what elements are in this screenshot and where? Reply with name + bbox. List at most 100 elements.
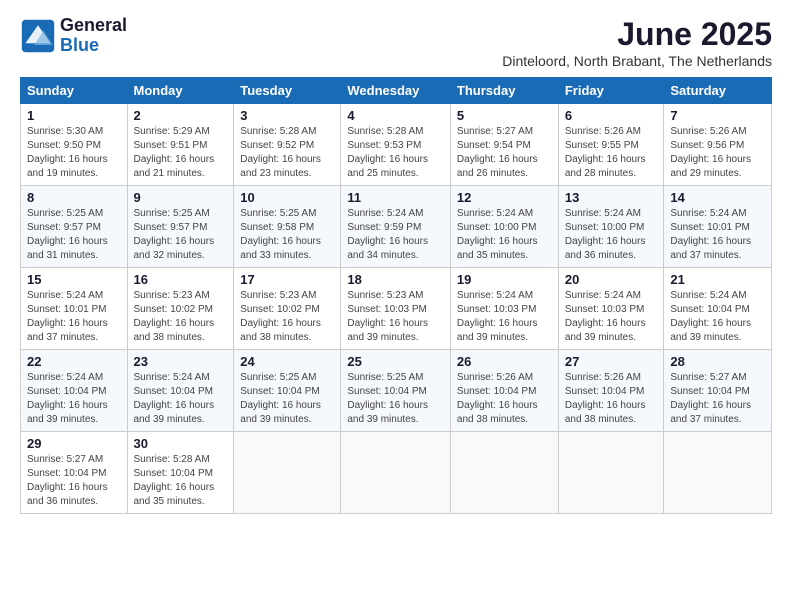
calendar-cell: 2 Sunrise: 5:29 AMSunset: 9:51 PMDayligh… <box>127 104 234 186</box>
calendar-cell: 21 Sunrise: 5:24 AMSunset: 10:04 PMDayli… <box>664 268 772 350</box>
day-number: 25 <box>347 354 444 369</box>
calendar-cell: 23 Sunrise: 5:24 AMSunset: 10:04 PMDayli… <box>127 350 234 432</box>
calendar-week-row: 15 Sunrise: 5:24 AMSunset: 10:01 PMDayli… <box>21 268 772 350</box>
col-tuesday: Tuesday <box>234 78 341 104</box>
day-number: 13 <box>565 190 658 205</box>
header: General Blue June 2025 Dinteloord, North… <box>20 16 772 69</box>
day-info: Sunrise: 5:24 AMSunset: 10:00 PMDaylight… <box>457 208 538 261</box>
calendar-cell <box>341 432 451 514</box>
calendar-week-row: 1 Sunrise: 5:30 AMSunset: 9:50 PMDayligh… <box>21 104 772 186</box>
col-thursday: Thursday <box>450 78 558 104</box>
day-number: 6 <box>565 108 658 123</box>
calendar-cell: 12 Sunrise: 5:24 AMSunset: 10:00 PMDayli… <box>450 186 558 268</box>
day-info: Sunrise: 5:29 AMSunset: 9:51 PMDaylight:… <box>134 126 215 179</box>
day-number: 27 <box>565 354 658 369</box>
calendar-week-row: 29 Sunrise: 5:27 AMSunset: 10:04 PMDayli… <box>21 432 772 514</box>
day-info: Sunrise: 5:24 AMSunset: 10:04 PMDaylight… <box>670 290 751 343</box>
logo-icon <box>20 18 56 54</box>
day-number: 18 <box>347 272 444 287</box>
day-number: 24 <box>240 354 334 369</box>
day-info: Sunrise: 5:25 AMSunset: 10:04 PMDaylight… <box>347 372 428 425</box>
day-info: Sunrise: 5:24 AMSunset: 10:04 PMDaylight… <box>27 372 108 425</box>
day-number: 4 <box>347 108 444 123</box>
calendar-cell: 14 Sunrise: 5:24 AMSunset: 10:01 PMDayli… <box>664 186 772 268</box>
day-number: 1 <box>27 108 121 123</box>
calendar-cell: 18 Sunrise: 5:23 AMSunset: 10:03 PMDayli… <box>341 268 451 350</box>
title-section: June 2025 Dinteloord, North Brabant, The… <box>502 16 772 69</box>
day-info: Sunrise: 5:23 AMSunset: 10:03 PMDaylight… <box>347 290 428 343</box>
day-info: Sunrise: 5:28 AMSunset: 10:04 PMDaylight… <box>134 454 215 507</box>
day-number: 12 <box>457 190 552 205</box>
calendar-cell: 20 Sunrise: 5:24 AMSunset: 10:03 PMDayli… <box>558 268 664 350</box>
day-info: Sunrise: 5:24 AMSunset: 9:59 PMDaylight:… <box>347 208 428 261</box>
day-number: 11 <box>347 190 444 205</box>
calendar-cell: 19 Sunrise: 5:24 AMSunset: 10:03 PMDayli… <box>450 268 558 350</box>
day-info: Sunrise: 5:25 AMSunset: 9:57 PMDaylight:… <box>27 208 108 261</box>
day-info: Sunrise: 5:28 AMSunset: 9:53 PMDaylight:… <box>347 126 428 179</box>
day-number: 26 <box>457 354 552 369</box>
calendar-cell: 25 Sunrise: 5:25 AMSunset: 10:04 PMDayli… <box>341 350 451 432</box>
day-info: Sunrise: 5:25 AMSunset: 9:57 PMDaylight:… <box>134 208 215 261</box>
col-friday: Friday <box>558 78 664 104</box>
day-info: Sunrise: 5:24 AMSunset: 10:03 PMDaylight… <box>457 290 538 343</box>
day-info: Sunrise: 5:23 AMSunset: 10:02 PMDaylight… <box>134 290 215 343</box>
day-number: 28 <box>670 354 765 369</box>
day-info: Sunrise: 5:25 AMSunset: 9:58 PMDaylight:… <box>240 208 321 261</box>
logo-text: General Blue <box>60 16 127 56</box>
calendar-cell: 17 Sunrise: 5:23 AMSunset: 10:02 PMDayli… <box>234 268 341 350</box>
calendar-cell: 26 Sunrise: 5:26 AMSunset: 10:04 PMDayli… <box>450 350 558 432</box>
day-info: Sunrise: 5:27 AMSunset: 10:04 PMDaylight… <box>670 372 751 425</box>
calendar-cell: 28 Sunrise: 5:27 AMSunset: 10:04 PMDayli… <box>664 350 772 432</box>
col-wednesday: Wednesday <box>341 78 451 104</box>
calendar-table: Sunday Monday Tuesday Wednesday Thursday… <box>20 77 772 514</box>
day-number: 14 <box>670 190 765 205</box>
day-info: Sunrise: 5:24 AMSunset: 10:01 PMDaylight… <box>670 208 751 261</box>
calendar-cell: 7 Sunrise: 5:26 AMSunset: 9:56 PMDayligh… <box>664 104 772 186</box>
calendar-cell: 1 Sunrise: 5:30 AMSunset: 9:50 PMDayligh… <box>21 104 128 186</box>
day-info: Sunrise: 5:30 AMSunset: 9:50 PMDaylight:… <box>27 126 108 179</box>
calendar-week-row: 22 Sunrise: 5:24 AMSunset: 10:04 PMDayli… <box>21 350 772 432</box>
calendar-cell: 13 Sunrise: 5:24 AMSunset: 10:00 PMDayli… <box>558 186 664 268</box>
col-sunday: Sunday <box>21 78 128 104</box>
day-number: 21 <box>670 272 765 287</box>
day-number: 5 <box>457 108 552 123</box>
day-number: 20 <box>565 272 658 287</box>
day-number: 17 <box>240 272 334 287</box>
calendar-cell: 8 Sunrise: 5:25 AMSunset: 9:57 PMDayligh… <box>21 186 128 268</box>
day-number: 30 <box>134 436 228 451</box>
col-saturday: Saturday <box>664 78 772 104</box>
calendar-cell: 22 Sunrise: 5:24 AMSunset: 10:04 PMDayli… <box>21 350 128 432</box>
day-info: Sunrise: 5:26 AMSunset: 9:56 PMDaylight:… <box>670 126 751 179</box>
day-info: Sunrise: 5:28 AMSunset: 9:52 PMDaylight:… <box>240 126 321 179</box>
calendar-cell: 15 Sunrise: 5:24 AMSunset: 10:01 PMDayli… <box>21 268 128 350</box>
day-info: Sunrise: 5:24 AMSunset: 10:04 PMDaylight… <box>134 372 215 425</box>
calendar-cell: 3 Sunrise: 5:28 AMSunset: 9:52 PMDayligh… <box>234 104 341 186</box>
calendar-cell <box>558 432 664 514</box>
calendar-week-row: 8 Sunrise: 5:25 AMSunset: 9:57 PMDayligh… <box>21 186 772 268</box>
day-info: Sunrise: 5:26 AMSunset: 10:04 PMDaylight… <box>457 372 538 425</box>
day-info: Sunrise: 5:27 AMSunset: 9:54 PMDaylight:… <box>457 126 538 179</box>
day-info: Sunrise: 5:24 AMSunset: 10:00 PMDaylight… <box>565 208 646 261</box>
main-title: June 2025 <box>502 16 772 53</box>
calendar-cell: 11 Sunrise: 5:24 AMSunset: 9:59 PMDaylig… <box>341 186 451 268</box>
day-info: Sunrise: 5:26 AMSunset: 10:04 PMDaylight… <box>565 372 646 425</box>
day-number: 9 <box>134 190 228 205</box>
day-number: 8 <box>27 190 121 205</box>
day-number: 19 <box>457 272 552 287</box>
day-number: 7 <box>670 108 765 123</box>
calendar-cell <box>450 432 558 514</box>
calendar-cell: 6 Sunrise: 5:26 AMSunset: 9:55 PMDayligh… <box>558 104 664 186</box>
calendar-cell: 9 Sunrise: 5:25 AMSunset: 9:57 PMDayligh… <box>127 186 234 268</box>
day-number: 15 <box>27 272 121 287</box>
day-info: Sunrise: 5:24 AMSunset: 10:01 PMDaylight… <box>27 290 108 343</box>
day-number: 10 <box>240 190 334 205</box>
page: General Blue June 2025 Dinteloord, North… <box>0 0 792 612</box>
calendar-header-row: Sunday Monday Tuesday Wednesday Thursday… <box>21 78 772 104</box>
day-info: Sunrise: 5:24 AMSunset: 10:03 PMDaylight… <box>565 290 646 343</box>
col-monday: Monday <box>127 78 234 104</box>
calendar-cell: 30 Sunrise: 5:28 AMSunset: 10:04 PMDayli… <box>127 432 234 514</box>
day-number: 2 <box>134 108 228 123</box>
day-number: 29 <box>27 436 121 451</box>
day-number: 16 <box>134 272 228 287</box>
day-info: Sunrise: 5:25 AMSunset: 10:04 PMDaylight… <box>240 372 321 425</box>
